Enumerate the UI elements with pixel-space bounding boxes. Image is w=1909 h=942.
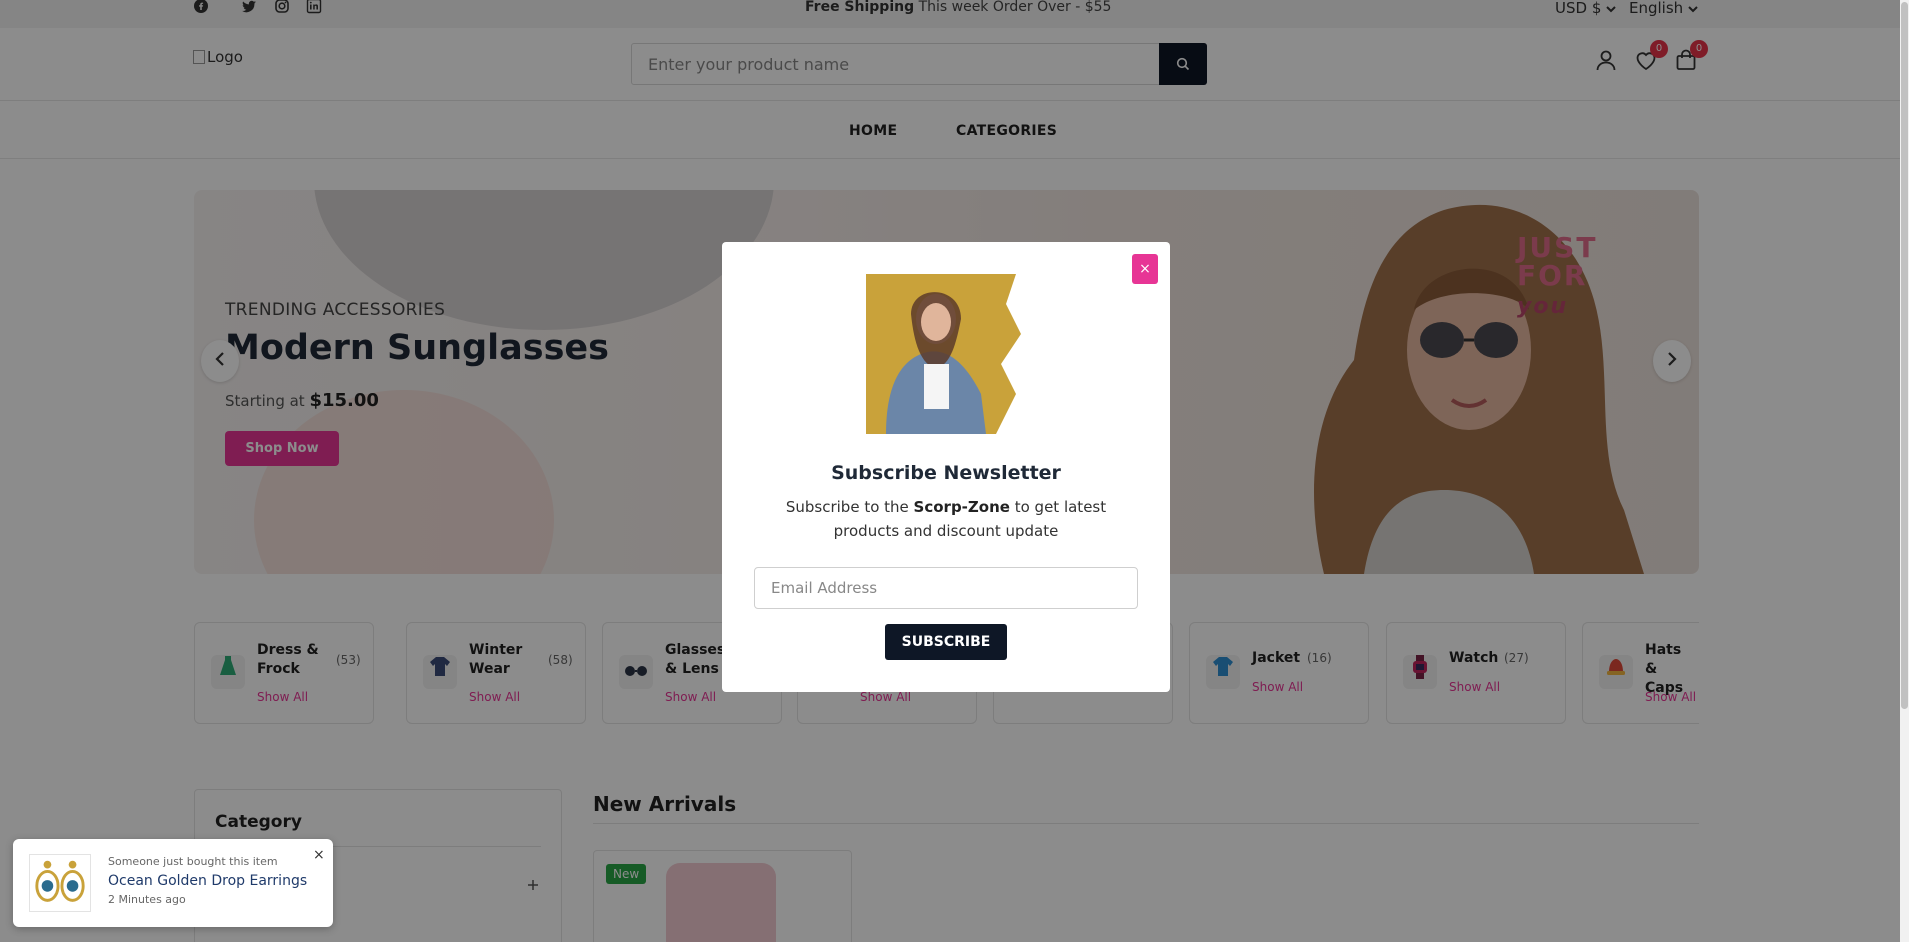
scrollbar[interactable] — [1900, 0, 1909, 942]
close-icon: × — [1139, 261, 1151, 277]
purchase-notification: Someone just bought this item Ocean Gold… — [13, 839, 333, 927]
newsletter-image — [866, 274, 1026, 434]
newsletter-modal: × Subscribe Newsletter Subscribe to the … — [722, 242, 1170, 692]
close-icon[interactable]: × — [313, 847, 325, 863]
modal-brand: Scorp-Zone — [913, 498, 1010, 516]
notification-product[interactable]: Ocean Golden Drop Earrings — [108, 873, 307, 889]
notification-time: 2 Minutes ago — [108, 893, 186, 906]
modal-title: Subscribe Newsletter — [831, 462, 1061, 484]
modal-description: Subscribe to the Scorp-Zone to get lates… — [752, 495, 1140, 543]
earrings-image — [29, 854, 91, 912]
page: Free Shipping This week Order Over - $55… — [0, 0, 1909, 942]
email-field[interactable] — [754, 567, 1138, 609]
notification-text: Someone just bought this item — [108, 855, 278, 868]
close-button[interactable]: × — [1132, 254, 1158, 284]
scrollbar-thumb[interactable] — [1901, 2, 1908, 709]
modal-text-before: Subscribe to the — [785, 498, 914, 516]
subscribe-button[interactable]: SUBSCRIBE — [885, 624, 1007, 660]
